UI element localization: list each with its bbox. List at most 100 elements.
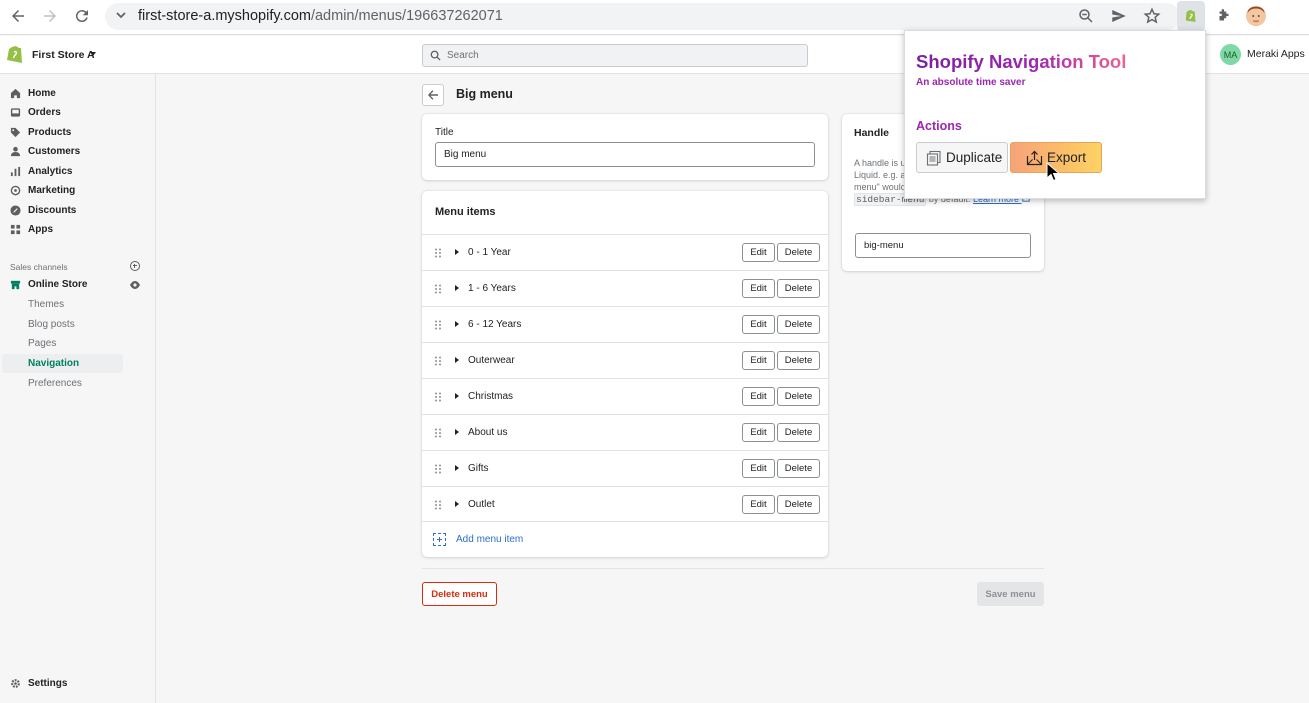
caret-down-icon[interactable] xyxy=(90,52,96,56)
account-avatar[interactable]: MA xyxy=(1220,44,1241,65)
expand-caret-icon[interactable] xyxy=(455,249,459,255)
shopify-extension-icon[interactable] xyxy=(1177,1,1205,31)
discount-icon xyxy=(10,205,21,216)
expand-caret-icon[interactable] xyxy=(455,465,459,471)
target-icon xyxy=(10,185,21,196)
expand-caret-icon[interactable] xyxy=(455,321,459,327)
sidebar-item-customers[interactable]: Customers xyxy=(0,142,156,161)
sidebar-item-apps[interactable]: Apps xyxy=(0,220,156,239)
drag-handle-icon[interactable] xyxy=(434,500,442,510)
sidebar-item-orders[interactable]: Orders xyxy=(0,103,156,122)
menu-item-row[interactable]: Outerwear Edit Delete xyxy=(422,342,828,378)
drag-handle-icon[interactable] xyxy=(434,284,442,294)
add-item-icon xyxy=(433,533,446,546)
star-icon[interactable] xyxy=(1136,0,1168,32)
edit-button[interactable]: Edit xyxy=(742,495,775,514)
search-input[interactable]: Search xyxy=(422,44,808,67)
menu-item-row[interactable]: 1 - 6 Years Edit Delete xyxy=(422,270,828,306)
drag-handle-icon[interactable] xyxy=(434,392,442,402)
delete-button[interactable]: Delete xyxy=(777,423,820,442)
address-bar[interactable]: first-store-a.myshopify.com/admin/menus/… xyxy=(105,3,1180,30)
delete-button[interactable]: Delete xyxy=(777,387,820,406)
sidebar-item-preferences[interactable]: Preferences xyxy=(0,374,156,393)
edit-button[interactable]: Edit xyxy=(742,351,775,370)
orders-icon xyxy=(10,107,21,118)
sidebar-item-marketing[interactable]: Marketing xyxy=(0,181,156,200)
expand-caret-icon[interactable] xyxy=(455,285,459,291)
sidebar-item-pages[interactable]: Pages xyxy=(0,334,156,353)
handle-input[interactable] xyxy=(855,233,1031,258)
site-info-icon[interactable] xyxy=(114,8,128,22)
expand-caret-icon[interactable] xyxy=(455,501,459,507)
edit-button[interactable]: Edit xyxy=(742,243,775,262)
menu-item-name: About us xyxy=(468,427,508,438)
sidebar-item-analytics[interactable]: Analytics xyxy=(0,162,156,181)
title-input[interactable] xyxy=(435,142,815,167)
edit-button[interactable]: Edit xyxy=(742,279,775,298)
shopify-logo-icon xyxy=(7,46,22,63)
drag-handle-icon[interactable] xyxy=(434,320,442,330)
handle-heading: Handle xyxy=(854,127,890,139)
forward-arrow-icon[interactable] xyxy=(34,0,66,32)
sidebar-item-products[interactable]: Products xyxy=(0,123,156,142)
sidebar-item-discounts[interactable]: Discounts xyxy=(0,201,156,220)
popup-title: Shopify Navigation Tool xyxy=(916,51,1127,72)
profile-avatar-icon[interactable] xyxy=(1240,0,1272,32)
zoom-icon[interactable] xyxy=(1070,0,1102,32)
account-name[interactable]: Meraki Apps xyxy=(1247,48,1305,60)
sidebar-item-navigation[interactable]: Navigation xyxy=(0,354,156,373)
menu-item-row[interactable]: 0 - 1 Year Edit Delete xyxy=(422,234,828,270)
expand-caret-icon[interactable] xyxy=(455,429,459,435)
delete-menu-button[interactable]: Delete menu xyxy=(422,582,497,606)
menu-item-row[interactable]: Christmas Edit Delete xyxy=(422,378,828,414)
footer-divider xyxy=(422,568,1044,569)
back-arrow-icon[interactable] xyxy=(2,0,34,32)
back-button[interactable] xyxy=(422,84,444,106)
menu-item-row[interactable]: Gifts Edit Delete xyxy=(422,450,828,486)
drag-handle-icon[interactable] xyxy=(434,464,442,474)
store-icon xyxy=(10,279,21,290)
edit-button[interactable]: Edit xyxy=(742,459,775,478)
edit-button[interactable]: Edit xyxy=(742,387,775,406)
duplicate-button[interactable]: Duplicate xyxy=(916,142,1008,173)
drag-handle-icon[interactable] xyxy=(434,428,442,438)
send-icon[interactable] xyxy=(1103,0,1135,32)
menu-item-row[interactable]: 6 - 12 Years Edit Delete xyxy=(422,306,828,342)
edit-button[interactable]: Edit xyxy=(742,315,775,334)
sidebar-item-themes[interactable]: Themes xyxy=(0,295,156,314)
sidebar-item-blog-posts[interactable]: Blog posts xyxy=(0,315,156,334)
menu-item-name: Outerwear xyxy=(468,355,515,366)
duplicate-icon xyxy=(926,150,941,166)
expand-caret-icon[interactable] xyxy=(455,393,459,399)
menu-item-row[interactable]: About us Edit Delete xyxy=(422,414,828,450)
save-menu-button[interactable]: Save menu xyxy=(977,582,1044,606)
drag-handle-icon[interactable] xyxy=(434,248,442,258)
expand-caret-icon[interactable] xyxy=(455,357,459,363)
menu-items-heading: Menu items xyxy=(435,206,496,218)
delete-button[interactable]: Delete xyxy=(777,459,820,478)
add-channel-icon[interactable] xyxy=(130,261,140,271)
add-menu-item-label: Add menu item xyxy=(456,534,524,545)
bar-chart-icon xyxy=(10,166,21,177)
add-menu-item-button[interactable]: Add menu item xyxy=(422,521,828,557)
actions-heading: Actions xyxy=(916,119,962,133)
delete-button[interactable]: Delete xyxy=(777,279,820,298)
drag-handle-icon[interactable] xyxy=(434,356,442,366)
edit-button[interactable]: Edit xyxy=(742,423,775,442)
delete-button[interactable]: Delete xyxy=(777,315,820,334)
gear-icon xyxy=(10,678,21,689)
apps-icon xyxy=(10,224,21,235)
delete-button[interactable]: Delete xyxy=(777,243,820,262)
menu-item-name: 0 - 1 Year xyxy=(468,247,511,258)
eye-icon[interactable] xyxy=(129,280,141,290)
delete-button[interactable]: Delete xyxy=(777,351,820,370)
sidebar-item-settings[interactable]: Settings xyxy=(0,674,156,693)
reload-icon[interactable] xyxy=(66,0,98,32)
sidebar-item-home[interactable]: Home xyxy=(0,84,156,103)
delete-button[interactable]: Delete xyxy=(777,495,820,514)
extensions-puzzle-icon[interactable] xyxy=(1208,0,1240,32)
url-text[interactable]: first-store-a.myshopify.com/admin/menus/… xyxy=(138,8,503,24)
store-switcher[interactable]: First Store A xyxy=(32,49,95,61)
menu-item-row[interactable]: Outlet Edit Delete xyxy=(422,486,828,522)
menu-items-card: Menu items 0 - 1 Year Edit Delete 1 - 6 Yea… xyxy=(422,191,828,557)
